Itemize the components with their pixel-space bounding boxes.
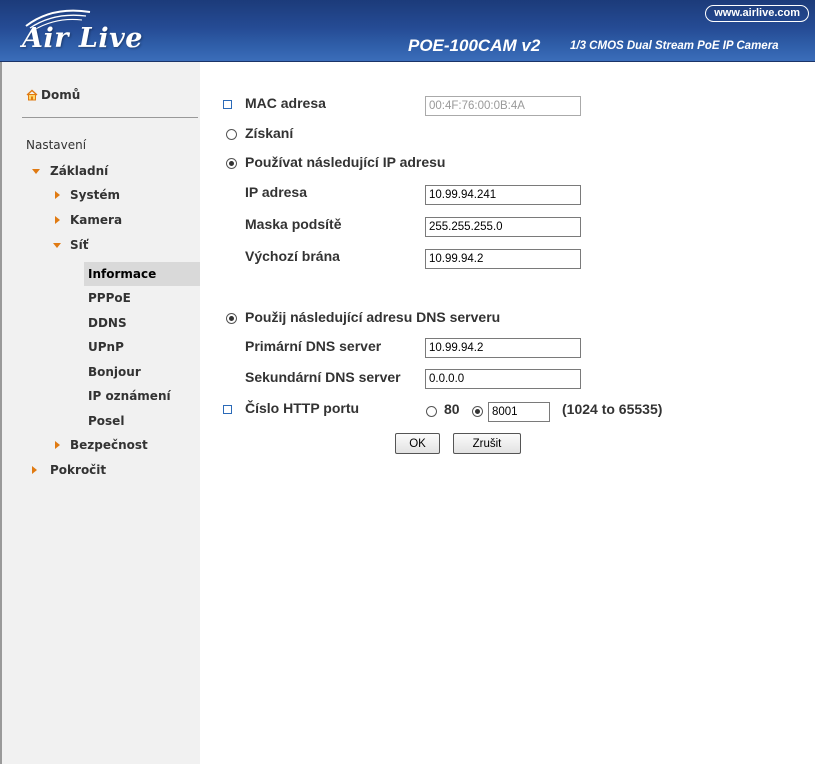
gateway-field[interactable] [425, 249, 581, 269]
secondary-dns-label: Sekundární DNS server [245, 369, 401, 385]
sidebar-item-camera[interactable]: Kamera [70, 213, 122, 227]
website-link[interactable]: www.airlive.com [705, 5, 809, 22]
collapse-arrow-icon[interactable] [55, 216, 60, 224]
static-ip-label: Používat následující IP adresu [245, 154, 446, 170]
http-port-field[interactable] [488, 402, 550, 422]
model-description: 1/3 CMOS Dual Stream PoE IP Camera [570, 40, 779, 52]
airlive-logo[interactable]: Air Live [12, 4, 162, 56]
http-port-label: Číslo HTTP portu [245, 400, 360, 416]
secondary-dns-field[interactable] [425, 369, 581, 389]
ok-button[interactable]: OK [395, 433, 440, 454]
sidebar-item-system[interactable]: Systém [70, 188, 120, 202]
http-port-checkbox[interactable] [223, 405, 232, 414]
mac-address-field[interactable] [425, 96, 581, 116]
http-port-default-label: 80 [444, 401, 460, 417]
http-port-default-radio[interactable] [426, 406, 437, 417]
expand-arrow-icon[interactable] [32, 169, 40, 174]
collapse-arrow-icon[interactable] [32, 466, 37, 474]
sidebar-item-upnp[interactable]: UPnP [88, 340, 124, 354]
collapse-arrow-icon[interactable] [55, 191, 60, 199]
sidebar-item-ddns[interactable]: DDNS [88, 316, 127, 330]
gateway-label: Výchozí brána [245, 248, 340, 264]
sidebar-item-advanced[interactable]: Pokročit [50, 463, 106, 477]
sidebar-section-settings: Nastavení [26, 138, 87, 152]
sidebar-item-network[interactable]: Síť [70, 238, 89, 252]
subnet-mask-field[interactable] [425, 217, 581, 237]
dns-radio[interactable] [226, 313, 237, 324]
sidebar-item-label: Domů [41, 88, 81, 102]
mac-label: MAC adresa [245, 95, 326, 111]
sidebar-item-ip-notification[interactable]: IP oznámení [88, 389, 171, 403]
sidebar-nav: Domů Nastavení Základní Systém Kamera Sí… [0, 62, 200, 764]
mac-checkbox[interactable] [223, 100, 232, 109]
obtain-ip-radio[interactable] [226, 129, 237, 140]
sidebar-item-pppoe[interactable]: PPPoE [88, 291, 131, 305]
sidebar-item-informace[interactable]: Informace [88, 267, 156, 281]
network-info-form: MAC adresa Získaní Používat následující … [200, 62, 815, 764]
sidebar-item-basic[interactable]: Základní [50, 164, 108, 178]
sidebar-item-messenger[interactable]: Posel [88, 414, 124, 428]
http-port-custom-radio[interactable] [472, 406, 483, 417]
model-name: POE-100CAM v2 [408, 36, 541, 55]
header-banner: Air Live www.airlive.com POE-100CAM v2 1… [0, 0, 815, 62]
sidebar-item-bonjour[interactable]: Bonjour [88, 365, 141, 379]
ip-address-field[interactable] [425, 185, 581, 205]
static-ip-radio[interactable] [226, 158, 237, 169]
dns-label: Použij následující adresu DNS serveru [245, 309, 501, 325]
primary-dns-field[interactable] [425, 338, 581, 358]
collapse-arrow-icon[interactable] [55, 441, 60, 449]
ip-address-label: IP adresa [245, 184, 308, 200]
subnet-mask-label: Maska podsítě [245, 216, 342, 232]
obtain-ip-label: Získaní [245, 125, 294, 141]
home-icon [26, 89, 38, 101]
logo-text: Air Live [22, 23, 143, 54]
sidebar-item-security[interactable]: Bezpečnost [70, 438, 148, 452]
primary-dns-label: Primární DNS server [245, 338, 382, 354]
expand-arrow-icon[interactable] [53, 243, 61, 248]
cancel-button[interactable]: Zrušit [453, 433, 521, 454]
sidebar-divider [22, 117, 198, 118]
http-port-range: (1024 to 65535) [562, 401, 663, 417]
